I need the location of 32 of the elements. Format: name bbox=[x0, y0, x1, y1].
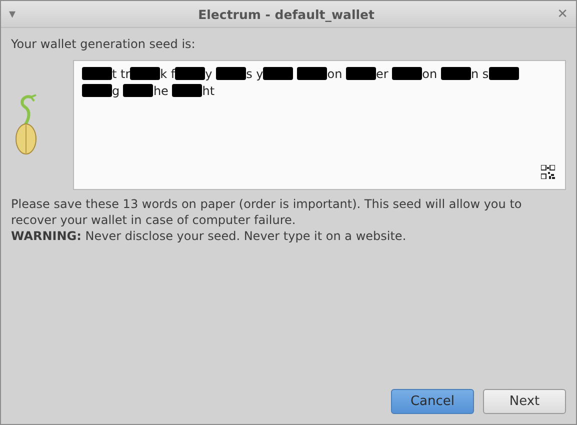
seed-heading: Your wallet generation seed is: bbox=[11, 36, 196, 52]
redaction-mark bbox=[440, 67, 471, 80]
redaction-mark bbox=[488, 67, 519, 80]
close-glyph[interactable]: ✕ bbox=[557, 6, 568, 22]
seed-fragment: er bbox=[376, 67, 390, 81]
qr-code-icon[interactable] bbox=[541, 165, 555, 179]
redaction-mark bbox=[392, 67, 422, 80]
redaction-mark bbox=[130, 67, 160, 80]
seed-fragment: n s bbox=[470, 67, 489, 81]
seed-fragment: g bbox=[112, 84, 121, 98]
seed-fragment: on bbox=[422, 67, 438, 81]
info-text: Please save these 13 words on paper (order is important). This seed will allow you to recover your wallet in case of computer failure. bbox=[11, 196, 523, 228]
seed-fragment: on bbox=[327, 67, 344, 81]
redaction-mark bbox=[172, 84, 202, 97]
redaction-mark bbox=[175, 67, 206, 80]
window-title: Electrum - default_wallet bbox=[198, 6, 374, 22]
seed-fragment: t tr bbox=[112, 67, 130, 81]
menu-glyph[interactable]: ▾ bbox=[9, 6, 16, 22]
redaction-mark bbox=[297, 67, 328, 80]
redaction-mark bbox=[82, 84, 112, 97]
seed-fragment: s y bbox=[246, 67, 264, 81]
redaction-mark bbox=[263, 67, 294, 80]
seed-fragment: y bbox=[205, 67, 214, 81]
dialog-button[interactable]: Cancel bbox=[391, 389, 474, 414]
redaction-mark bbox=[346, 67, 376, 80]
seed-fragment: ht bbox=[202, 84, 215, 98]
redaction-mark bbox=[216, 67, 246, 80]
redaction-mark bbox=[123, 84, 154, 97]
seed-fragment: he bbox=[153, 84, 170, 98]
dialog-button[interactable]: Next bbox=[483, 389, 566, 414]
warning-text: WARNING: Never disclose your seed. Never type it on a website. bbox=[11, 228, 408, 244]
redaction-mark bbox=[82, 67, 112, 80]
